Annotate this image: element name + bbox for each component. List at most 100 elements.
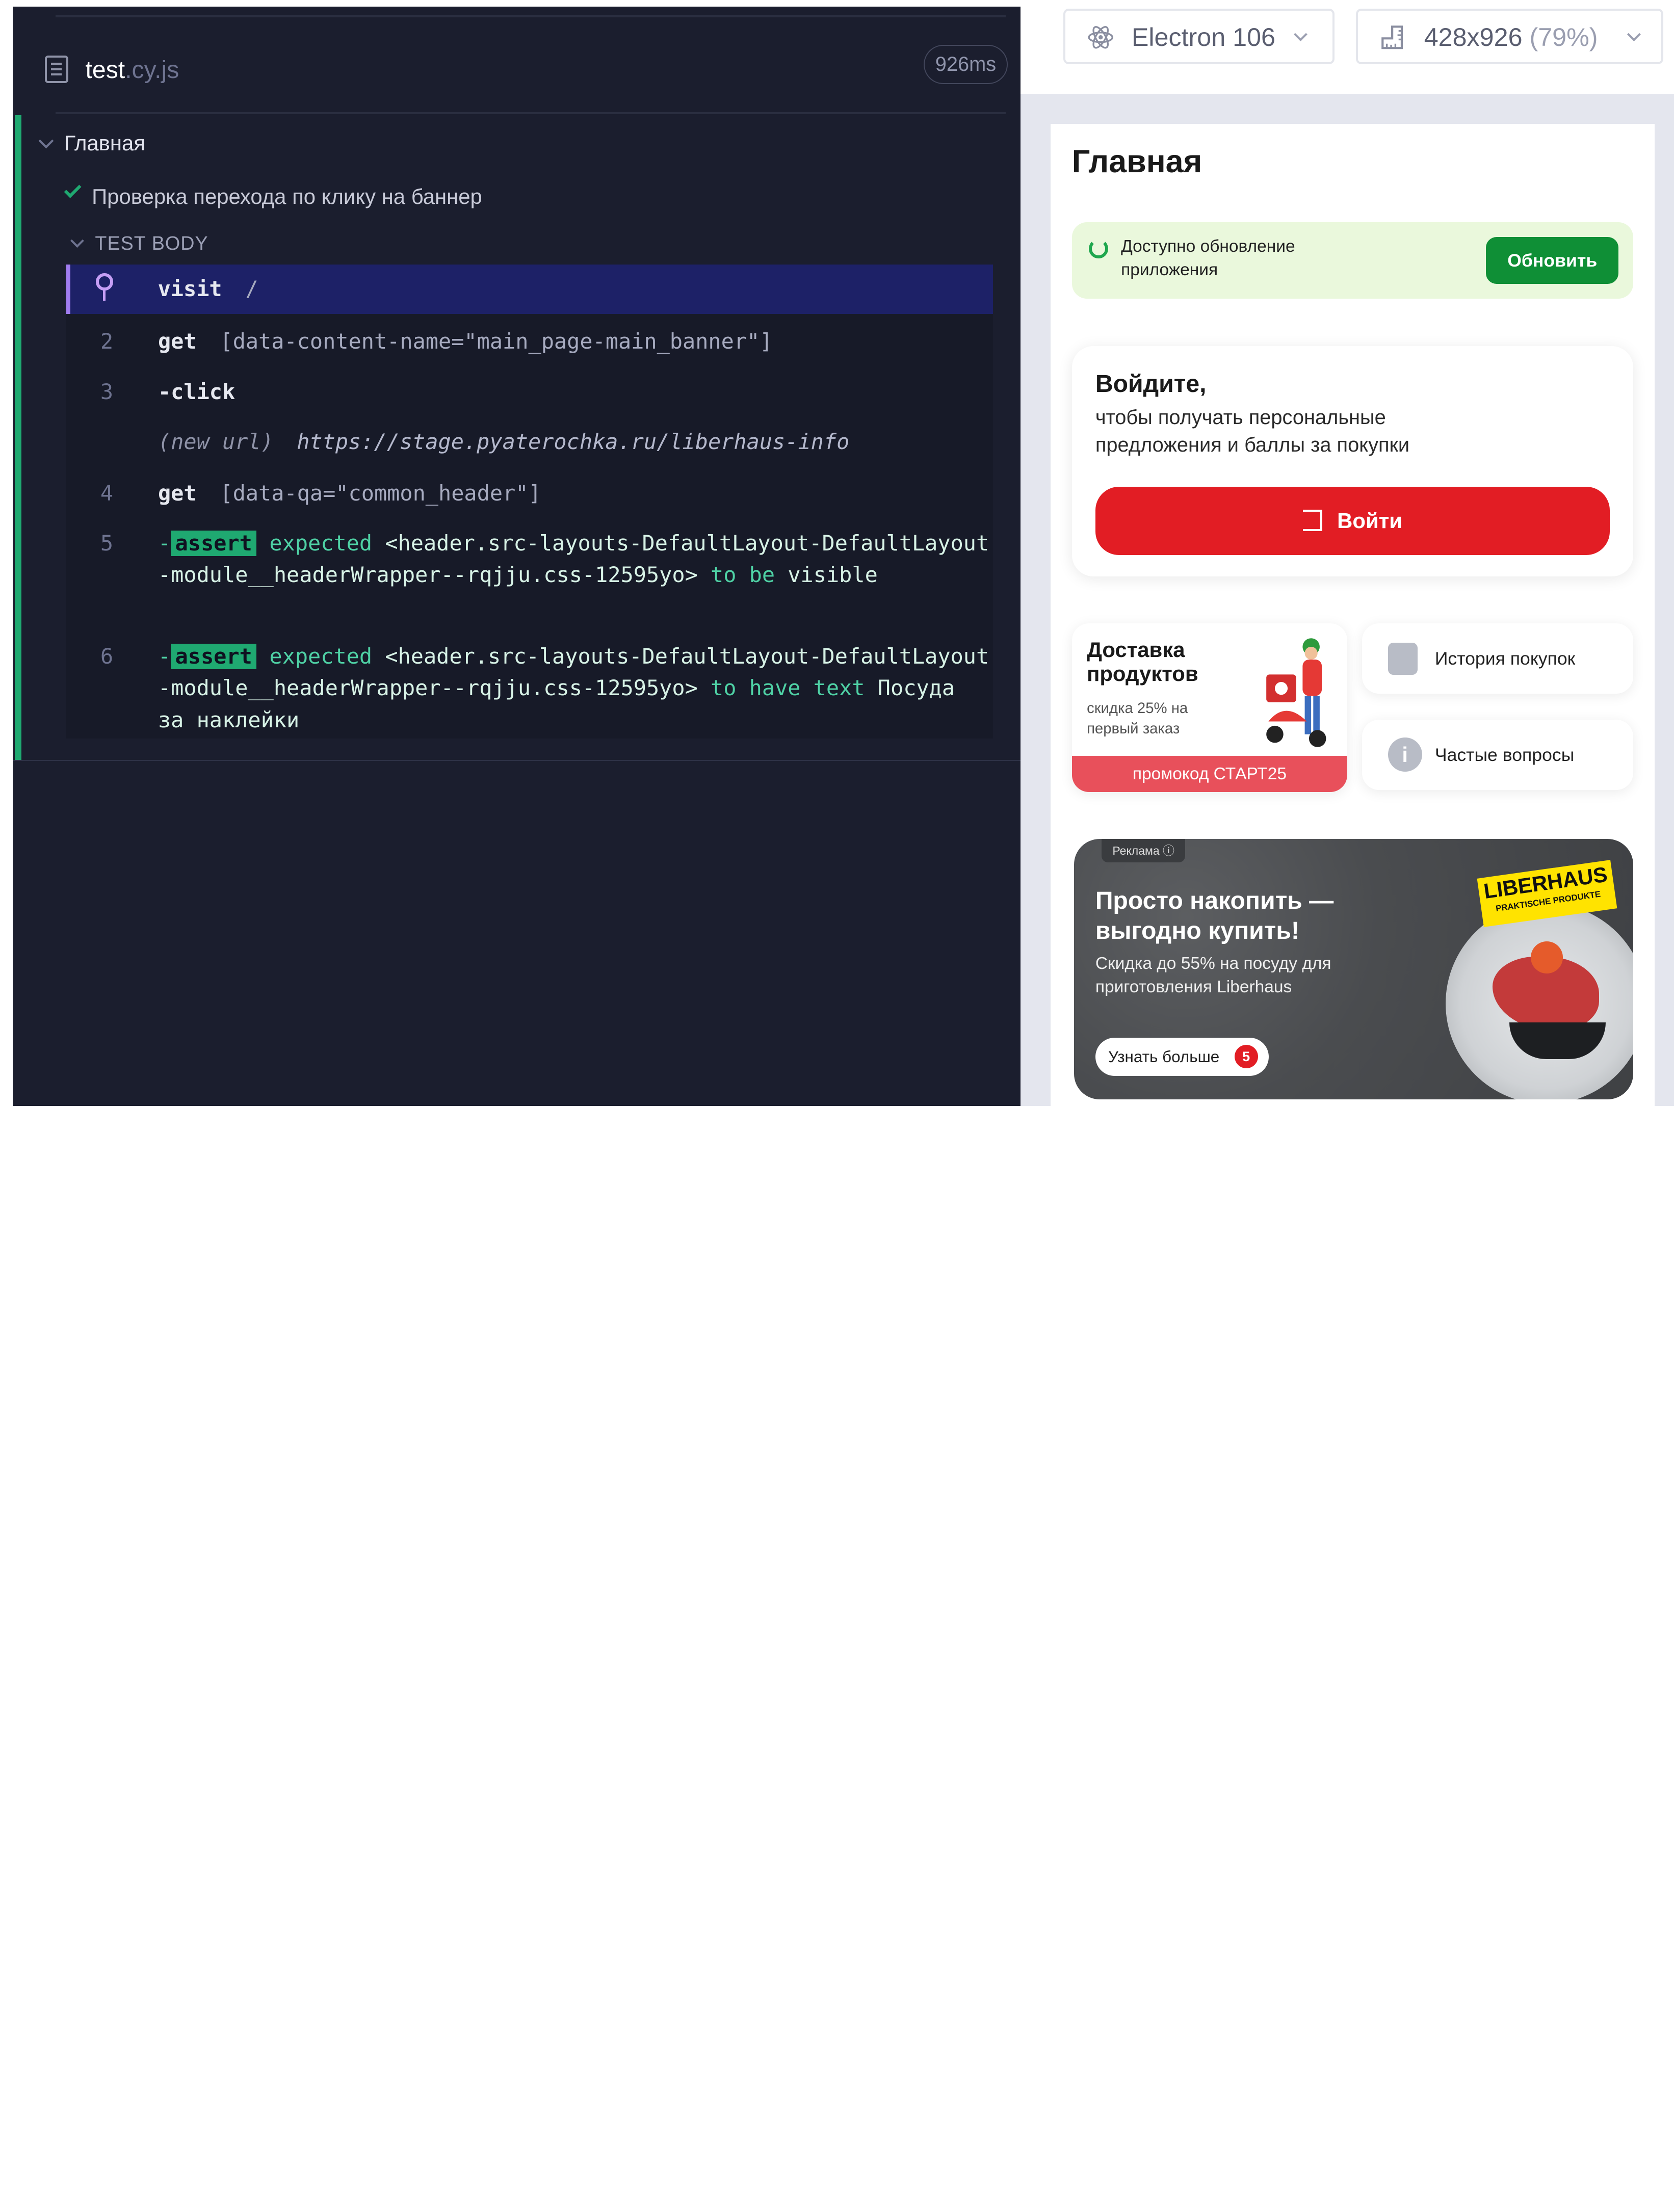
purchase-history-label: История покупок xyxy=(1434,648,1576,669)
main-banner[interactable]: Реклама ⓘ Просто накопить — выгодно купи… xyxy=(1074,839,1634,1100)
command-name: -click xyxy=(158,379,236,404)
assert-badge: assert xyxy=(171,530,257,556)
receipt-icon xyxy=(1388,642,1418,675)
section-label: TEST BODY xyxy=(95,232,208,254)
page-title: Главная xyxy=(1071,143,1202,179)
login-button[interactable]: Войти xyxy=(1095,487,1610,556)
viewport-scale: (79%) xyxy=(1529,22,1598,51)
command-list: visit / 2 get [data-content-name="main_p… xyxy=(66,265,993,739)
divider xyxy=(55,15,1006,17)
faq-button[interactable]: Частые вопросы xyxy=(1362,719,1634,790)
delivery-subtitle: скидка 25% на первый заказ xyxy=(1087,699,1188,737)
assert-prefix: - xyxy=(158,643,171,669)
delivery-card[interactable]: Доставка продуктов скидка 25% на первый … xyxy=(1071,623,1348,793)
test-body-toggle[interactable]: TEST BODY xyxy=(68,228,208,258)
viewport-label: 428x926 (79%) xyxy=(1424,11,1598,64)
spec-extension: .cy.js xyxy=(125,56,179,84)
suite-label: Главная xyxy=(64,131,146,155)
command-number: 4 xyxy=(100,480,114,506)
command-row[interactable]: 5 - assert expected <header.src-layouts-D… xyxy=(66,528,993,626)
courier-scooter-image xyxy=(1266,638,1326,748)
app-frame: Главная Доступно обновление приложения О… xyxy=(1050,123,1655,1106)
browser-selector[interactable]: Electron 106 xyxy=(1063,8,1335,64)
ad-label: Реклама ⓘ xyxy=(1102,839,1185,863)
command-number: 6 xyxy=(100,643,114,669)
command-message: [data-content-name="main_page-main_banne… xyxy=(220,329,773,354)
spec-filename: test.cy.js xyxy=(86,56,179,84)
delivery-title: Доставка продуктов xyxy=(1087,638,1198,686)
command-row[interactable]: 6 - assert expected <header.src-layouts-D… xyxy=(66,641,993,739)
divider xyxy=(13,760,1021,761)
banner-subtitle: Скидка до 55% на посуду для приготовлени… xyxy=(1095,954,1331,997)
command-row[interactable]: 3 -click xyxy=(66,368,993,415)
assertion-message: - assert expected <header.src-layouts-Def… xyxy=(158,641,991,736)
login-card: Войдите, чтобы получать персональные пре… xyxy=(1071,346,1634,576)
new-url-link: https://stage.pyaterochka.ru/liberhaus-i… xyxy=(297,429,850,454)
login-title: Войдите, xyxy=(1095,370,1207,398)
test-title[interactable]: Проверка перехода по клику на баннер xyxy=(64,179,482,214)
learn-more-button[interactable]: Узнать больше 5 xyxy=(1095,1037,1269,1076)
viewport-size: 428x926 xyxy=(1424,22,1523,51)
test-label: Проверка перехода по клику на баннер xyxy=(92,184,482,208)
chevron-down-icon xyxy=(38,133,54,149)
command-number: 3 xyxy=(100,379,114,404)
food-shape xyxy=(1531,941,1563,974)
refresh-icon xyxy=(1089,239,1108,258)
assertion-message: - assert expected <header.src-layouts-Def… xyxy=(158,528,991,592)
assert-expected: expected xyxy=(269,643,373,669)
viewport-selector[interactable]: 428x926 (79%) xyxy=(1355,8,1664,64)
command-row[interactable]: 2 get [data-content-name="main_page-main… xyxy=(66,318,993,365)
command-row[interactable]: (new url) https://stage.pyaterochka.ru/l… xyxy=(66,418,993,465)
update-banner: Доступно обновление приложения Обновить xyxy=(1071,222,1634,299)
command-number: 2 xyxy=(100,329,114,354)
wok-shape xyxy=(1509,1022,1606,1059)
preview-toolbar: Electron 106 428x926 (79%) xyxy=(1021,0,1674,94)
command-row[interactable]: 4 get [data-qa="common_header"] xyxy=(66,470,993,517)
app-preview-panel: Electron 106 428x926 (79%) Главная Досту… xyxy=(1021,0,1674,1106)
assert-matcher: to have text xyxy=(711,675,865,701)
login-icon xyxy=(1303,510,1322,532)
command-name: visit xyxy=(158,276,222,302)
assert-value: visible xyxy=(788,562,878,588)
suite-title[interactable]: Главная xyxy=(36,126,145,160)
command-name: (new url) xyxy=(158,429,274,454)
command-number: 5 xyxy=(100,530,114,556)
assert-prefix: - xyxy=(158,530,171,556)
brand-5-icon: 5 xyxy=(1234,1045,1258,1069)
pin-icon xyxy=(96,273,113,301)
banner-title: Просто накопить — выгодно купить! xyxy=(1095,887,1334,944)
left-edge xyxy=(0,0,13,1106)
faq-label: Частые вопросы xyxy=(1434,744,1575,765)
command-row[interactable]: visit / xyxy=(66,265,993,314)
electron-icon xyxy=(1088,25,1113,49)
command-name: get xyxy=(158,480,197,506)
spec-name: test xyxy=(85,56,125,84)
purchase-history-button[interactable]: История покупок xyxy=(1362,623,1634,694)
learn-more-label: Узнать больше xyxy=(1108,1047,1220,1066)
command-name: get xyxy=(158,329,197,354)
command-message: [data-qa="common_header"] xyxy=(220,480,541,506)
document-icon xyxy=(44,55,69,84)
duration-badge: 926ms xyxy=(923,44,1008,85)
ruler-icon xyxy=(1381,25,1403,49)
chevron-down-icon xyxy=(70,234,85,248)
assert-expected: expected xyxy=(269,530,373,556)
pass-indicator-bar xyxy=(15,115,21,760)
spec-header[interactable]: test.cy.js 926ms xyxy=(43,38,1008,102)
update-text: Доступно обновление приложения xyxy=(1121,236,1295,279)
divider xyxy=(55,112,1006,115)
command-message: / xyxy=(245,276,258,302)
login-subtitle: чтобы получать персональные предложения … xyxy=(1095,406,1410,457)
promo-code-strip: промокод СТАРТ25 xyxy=(1071,755,1348,793)
update-button[interactable]: Обновить xyxy=(1486,236,1619,284)
check-icon xyxy=(64,180,82,198)
info-icon xyxy=(1388,738,1422,772)
login-button-label: Войти xyxy=(1337,509,1402,533)
chevron-down-icon xyxy=(1627,28,1641,42)
assert-matcher: to be xyxy=(711,562,775,588)
chevron-down-icon xyxy=(1294,28,1308,42)
assert-badge: assert xyxy=(171,643,257,669)
command-log-panel: test.cy.js 926ms Главная Проверка перехо… xyxy=(13,6,1021,1106)
browser-label: Electron 106 xyxy=(1131,22,1275,51)
wok-food-image xyxy=(1445,903,1634,1100)
